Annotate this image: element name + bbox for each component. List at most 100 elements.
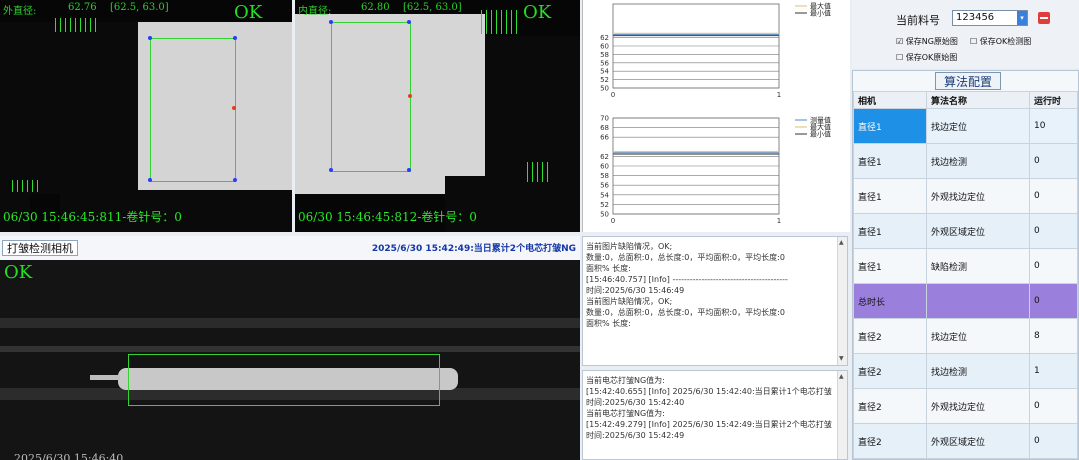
- save-ok-raw-checkbox[interactable]: ☐ 保存OK原始图: [896, 52, 957, 63]
- y-tick-label: 52: [600, 76, 609, 84]
- table-row[interactable]: 直径1 找边检测 0: [853, 143, 1078, 179]
- table-cell-name[interactable]: 缺陷检测: [926, 248, 1030, 284]
- table-cell-camera[interactable]: 直径2: [853, 388, 927, 424]
- camera1-label: 外直径:: [3, 6, 37, 17]
- table-cell-camera[interactable]: 直径1: [853, 248, 927, 284]
- camera1-view: 外直径: 62.76 [62.5, 63.0] OK 06/30 15:46:4…: [0, 0, 292, 232]
- table-cell-camera[interactable]: 直径1: [853, 108, 927, 144]
- table-cell-name[interactable]: 外观区域定位: [926, 213, 1030, 249]
- checkbox-checked-icon: ☑: [896, 37, 904, 46]
- log-panel-1: 当前图片缺陷情况，OK; 数量:0，总面积:0，总长度:0，平均面积:0，平均长度…: [582, 236, 848, 366]
- table-cell-time[interactable]: 0: [1029, 248, 1078, 284]
- save-ng-checkbox[interactable]: ☑ 保存NG原始图: [896, 36, 958, 47]
- table-cell-camera[interactable]: 直径2: [853, 318, 927, 354]
- material-select-value: 123456: [956, 12, 995, 23]
- camera2-view: 内直径: 62.80 [62.5, 63.0] OK 06/30 15:46:4…: [295, 0, 580, 232]
- log-line: [15:46:40.757] [Info] ------------------…: [586, 275, 788, 284]
- camera3-roi-box: [128, 354, 440, 406]
- table-row[interactable]: 直径2 外观区域定位 0: [853, 423, 1078, 459]
- camera3-titlebar: 打皱检测相机 2025/6/30 15:42:49:当日累计2个电芯打皱NG: [0, 236, 580, 260]
- table-cell-camera[interactable]: 总时长: [853, 283, 927, 319]
- table-row[interactable]: 直径1 找边定位 10: [853, 108, 1078, 144]
- log-line: 当前电芯打皱NG值为:: [586, 376, 665, 385]
- legend-label: 最小值: [810, 130, 831, 139]
- table-cell-camera[interactable]: 直径1: [853, 143, 927, 179]
- y-tick-label: 60: [600, 163, 609, 171]
- camera2-marker: [407, 20, 411, 24]
- y-tick-label: 66: [600, 134, 609, 142]
- save-ok-detect-checkbox[interactable]: ☐ 保存OK检测图: [970, 36, 1031, 47]
- log-panel-2: 当前电芯打皱NG值为: [15:42:40.655] [Info] 2025/6/…: [582, 370, 848, 460]
- table-cell-camera[interactable]: 直径1: [853, 178, 927, 214]
- table-cell-time[interactable]: 0: [1029, 283, 1078, 319]
- camera2-label: 内直径:: [298, 6, 332, 17]
- table-cell-camera[interactable]: 直径2: [853, 423, 927, 459]
- camera2-center-marker: [408, 94, 412, 98]
- table-row[interactable]: 直径2 外观找边定位 0: [853, 388, 1078, 424]
- y-tick-label: 50: [600, 211, 609, 219]
- table-cell-time[interactable]: 0: [1029, 423, 1078, 459]
- camera2-timestamp: 06/30 15:46:45:812-卷针号：0: [298, 210, 477, 224]
- table-row[interactable]: 直径1 外观找边定位 0: [853, 178, 1078, 214]
- col-name[interactable]: 算法名称: [926, 91, 1030, 109]
- y-tick-label: 62: [600, 34, 609, 42]
- log1-scrollbar[interactable]: ▲ ▼: [837, 237, 847, 365]
- algo-title: 算法配置: [935, 72, 1001, 90]
- camera1-value: 62.76: [68, 2, 97, 13]
- log-line: [15:42:49.279] [Info] 2025/6/30 15:42:49…: [586, 420, 832, 429]
- table-cell-time[interactable]: 0: [1029, 143, 1078, 179]
- camera3-title[interactable]: 打皱检测相机: [2, 240, 78, 256]
- table-cell-name[interactable]: 外观找边定位: [926, 388, 1030, 424]
- camera1-marker: [233, 36, 237, 40]
- y-tick-label: 70: [600, 115, 609, 123]
- y-tick-label: 52: [600, 201, 609, 209]
- table-cell-name[interactable]: 找边检测: [926, 143, 1030, 179]
- table-cell-time[interactable]: 1: [1029, 353, 1078, 389]
- save-ng-label: 保存NG原始图: [905, 37, 958, 46]
- table-cell-time[interactable]: 0: [1029, 213, 1078, 249]
- col-time[interactable]: 运行时: [1029, 91, 1078, 109]
- camera3-notice: 2025/6/30 15:42:49:当日累计2个电芯打皱NG: [371, 244, 576, 254]
- log2-scrollbar[interactable]: ▲: [837, 371, 847, 459]
- y-tick-label: 60: [600, 43, 609, 51]
- table-cell-time[interactable]: 0: [1029, 178, 1078, 214]
- table-row[interactable]: 直径1 外观区域定位 0: [853, 213, 1078, 249]
- chart-panel: 60 62 58 56 54 52 50 0 1 最大值 最小值 70 68 66 62 60 58 56 54 52…: [582, 0, 850, 232]
- table-row[interactable]: 直径2 找边定位 8: [853, 318, 1078, 354]
- y-tick-label: 56: [600, 182, 609, 190]
- chevron-down-icon[interactable]: ▾: [1017, 11, 1027, 25]
- camera3-view: OK 2025/6/30 15:46:40: [0, 260, 580, 460]
- table-row[interactable]: 直径1 缺陷检测 0: [853, 248, 1078, 284]
- table-cell-name[interactable]: 找边定位: [926, 318, 1030, 354]
- camera1-center-marker: [232, 106, 236, 110]
- table-cell-name[interactable]: 找边定位: [926, 108, 1030, 144]
- save-ok-raw-label: 保存OK原始图: [905, 53, 958, 62]
- table-cell-name[interactable]: 外观区域定位: [926, 423, 1030, 459]
- table-cell-name[interactable]: 外观找边定位: [926, 178, 1030, 214]
- x-tick-label: 1: [777, 91, 781, 99]
- table-cell-camera[interactable]: 直径1: [853, 213, 927, 249]
- log-line: 数量:0，总面积:0，总长度:0，平均面积:0，平均长度:0: [586, 308, 785, 317]
- table-cell-time[interactable]: 0: [1029, 388, 1078, 424]
- remove-material-button[interactable]: [1038, 12, 1050, 24]
- log-line: [15:42:40.655] [Info] 2025/6/30 15:42:40…: [586, 387, 832, 396]
- camera1-marker: [148, 178, 152, 182]
- table-cell-camera[interactable]: 直径2: [853, 353, 927, 389]
- y-tick-label: 54: [600, 191, 609, 199]
- table-cell-time[interactable]: 8: [1029, 318, 1078, 354]
- x-tick-label: 0: [611, 217, 615, 225]
- camera1-edge-comb: [12, 180, 38, 192]
- camera1-roi-box: [150, 38, 236, 182]
- table-cell-name[interactable]: 找边检测: [926, 353, 1030, 389]
- camera2-range: [62.5, 63.0]: [403, 2, 462, 13]
- table-cell-time[interactable]: 10: [1029, 108, 1078, 144]
- table-row[interactable]: 总时长 0: [853, 283, 1078, 319]
- log-line: 面积% 长度:: [586, 319, 631, 328]
- col-camera[interactable]: 相机: [853, 91, 927, 109]
- material-select[interactable]: 123456 ▾: [952, 10, 1028, 26]
- table-row[interactable]: 直径2 找边检测 1: [853, 353, 1078, 389]
- save-ok-detect-label: 保存OK检测图: [979, 37, 1032, 46]
- camera1-marker: [148, 36, 152, 40]
- table-cell-name[interactable]: [926, 283, 1030, 319]
- log-line: 当前图片缺陷情况，OK;: [586, 242, 673, 251]
